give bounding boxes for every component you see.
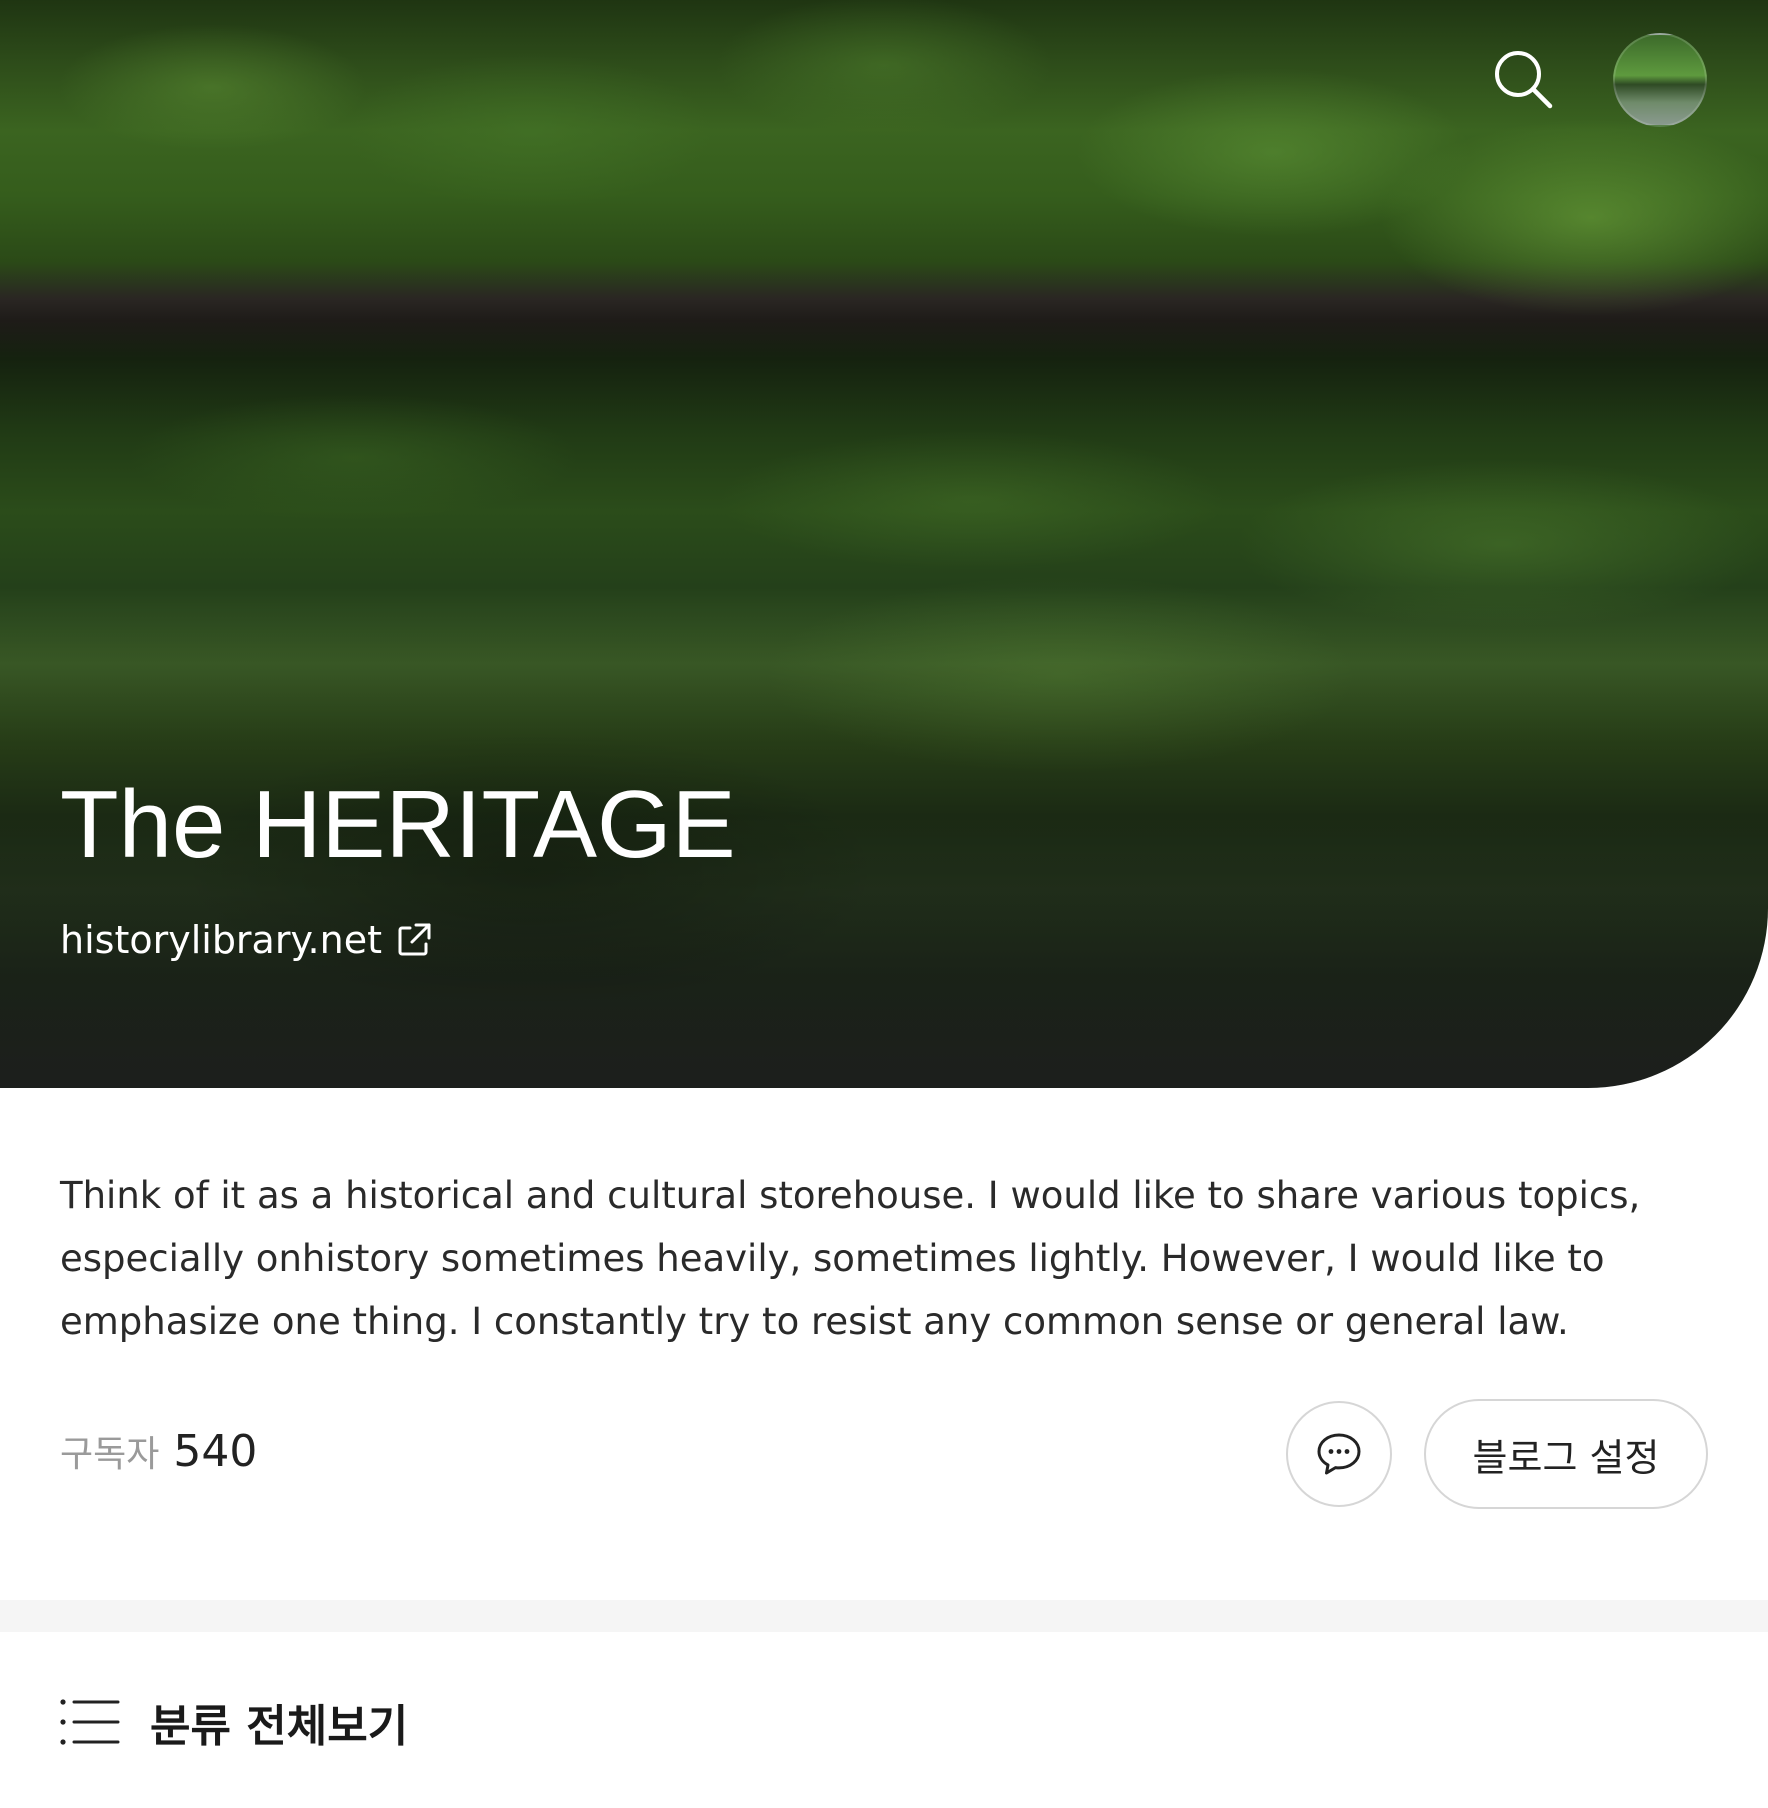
external-link-icon — [398, 923, 431, 956]
subscribers-label: 구독자 — [60, 1434, 160, 1475]
subscribers-count: 540 — [173, 1426, 258, 1477]
blog-url-text: historylibrary.net — [60, 918, 382, 962]
chat-button[interactable] — [1286, 1401, 1392, 1507]
category-all-label: 분류 전체보기 — [150, 1701, 409, 1752]
section-divider — [0, 1600, 1768, 1632]
subscriber-stats: 구독자 540 — [60, 1425, 257, 1477]
blog-description: Think of it as a historical and cultural… — [60, 1174, 1641, 1343]
chat-bubble-icon — [1317, 1433, 1361, 1475]
blog-page: The HERITAGE historylibrary.net Think of… — [0, 0, 1768, 1808]
search-button[interactable] — [1488, 44, 1558, 114]
blog-url-link[interactable]: historylibrary.net — [60, 918, 434, 962]
blog-title: The HERITAGE — [60, 771, 736, 878]
search-icon — [1495, 51, 1553, 109]
profile-avatar[interactable] — [1613, 33, 1707, 127]
list-icon — [60, 1699, 120, 1745]
blog-settings-button[interactable]: 블로그 설정 — [1424, 1399, 1708, 1509]
hero-banner: The HERITAGE historylibrary.net — [0, 0, 1768, 1088]
category-all-toggle[interactable]: 분류 전체보기 — [60, 1690, 408, 1754]
